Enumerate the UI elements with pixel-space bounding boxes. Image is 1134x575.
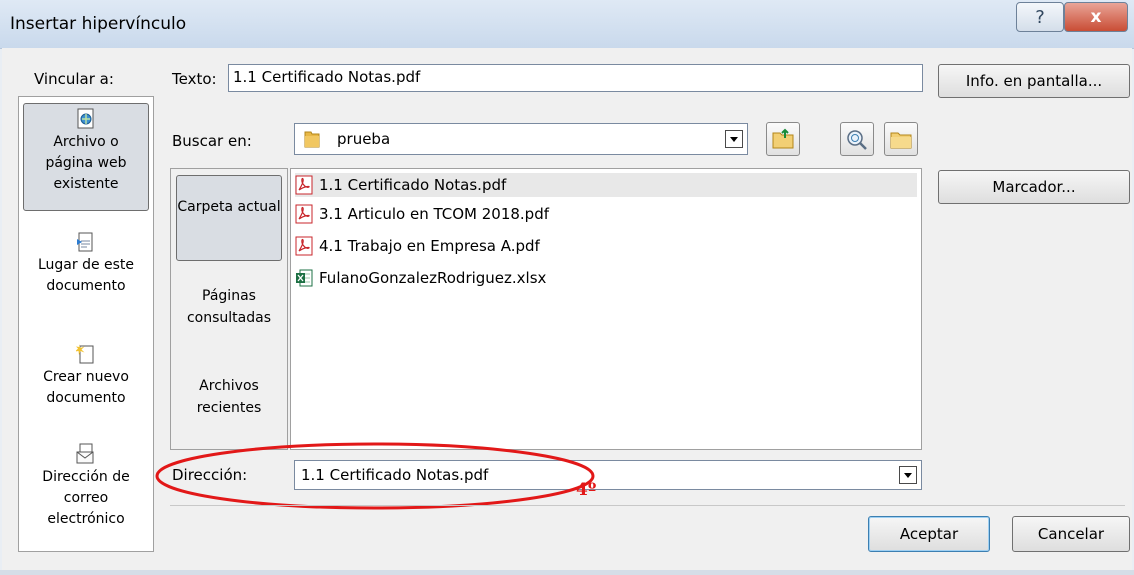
file-name: 1.1 Certificado Notas.pdf (319, 176, 507, 194)
text-to-display-input[interactable]: 1.1 Certificado Notas.pdf (228, 64, 923, 92)
file-row[interactable]: FulanoGonzalezRodriguez.xlsx (295, 266, 917, 290)
pdf-file-icon (295, 175, 313, 195)
help-button[interactable]: ? (1016, 2, 1064, 32)
look-in-value: prueba (337, 130, 391, 148)
browse-option-label: Archivos recientes (196, 378, 262, 416)
browse-option-label: Carpeta actual (177, 199, 281, 215)
nav-create-new-document[interactable]: Crear nuevo documento (23, 343, 149, 433)
file-name: 3.1 Articulo en TCOM 2018.pdf (319, 205, 550, 223)
screen-tip-button[interactable]: Info. en pantalla... (938, 64, 1130, 98)
browse-browsed-pages[interactable]: Páginas consultadas (176, 285, 282, 345)
new-document-icon (76, 344, 94, 364)
look-in-label: Buscar en: (172, 132, 252, 150)
link-to-panel: Archivo o página web existente Lugar de … (18, 96, 154, 552)
window-border (0, 570, 1134, 575)
nav-item-label: Crear nuevo documento (43, 369, 129, 406)
nav-email-address[interactable]: Dirección de correo electrónico (23, 443, 149, 543)
bookmark-button[interactable]: Marcador... (938, 170, 1130, 204)
pdf-file-icon (295, 236, 313, 256)
browse-current-folder[interactable]: Carpeta actual (176, 175, 282, 261)
file-row[interactable]: 1.1 Certificado Notas.pdf (295, 173, 917, 197)
file-name: 4.1 Trabajo en Empresa A.pdf (319, 237, 540, 255)
file-row[interactable]: 4.1 Trabajo en Empresa A.pdf (295, 234, 917, 258)
text-to-display-label: Texto: (172, 70, 217, 88)
folder-icon (304, 131, 320, 148)
file-name: FulanoGonzalezRodriguez.xlsx (319, 269, 547, 287)
nav-item-label: Archivo o página web existente (45, 134, 127, 192)
file-row[interactable]: 3.1 Articulo en TCOM 2018.pdf (295, 202, 917, 226)
chevron-down-icon[interactable] (899, 466, 917, 484)
annotation-step-label: 4º (576, 480, 597, 500)
file-list[interactable]: 1.1 Certificado Notas.pdf 3.1 Articulo e… (290, 168, 922, 450)
browse-web-button[interactable] (840, 122, 874, 156)
look-in-combobox[interactable]: prueba (294, 123, 748, 155)
close-button[interactable]: x (1064, 2, 1128, 32)
browse-options-panel: Carpeta actual Páginas consultadas Archi… (170, 168, 288, 450)
excel-file-icon (296, 269, 313, 287)
browse-file-button[interactable] (884, 122, 918, 156)
chevron-down-icon[interactable] (725, 130, 743, 148)
separator-line (170, 505, 1125, 506)
web-file-icon (77, 108, 94, 129)
open-folder-icon (890, 132, 912, 149)
up-folder-icon (772, 128, 794, 149)
browse-recent-files[interactable]: Archivos recientes (176, 375, 282, 435)
cancel-button[interactable]: Cancelar (1012, 516, 1130, 552)
ok-button[interactable]: Aceptar (868, 516, 990, 552)
pdf-file-icon (295, 204, 313, 224)
up-one-folder-button[interactable] (766, 122, 800, 156)
title-bar: Insertar hipervínculo ? x (0, 0, 1134, 49)
nav-item-label: Lugar de este documento (37, 257, 135, 294)
document-place-icon (77, 232, 93, 252)
browse-option-label: Páginas consultadas (186, 288, 272, 326)
red-highlight-ellipse (155, 442, 595, 510)
nav-existing-file-or-web[interactable]: Archivo o página web existente (23, 103, 149, 211)
email-icon (76, 443, 94, 464)
nav-place-in-document[interactable]: Lugar de este documento (23, 231, 149, 321)
browse-web-icon (847, 130, 867, 150)
dialog-title: Insertar hipervínculo (10, 14, 187, 34)
link-to-label: Vincular a: (34, 70, 114, 88)
nav-item-label: Dirección de correo electrónico (42, 469, 130, 527)
